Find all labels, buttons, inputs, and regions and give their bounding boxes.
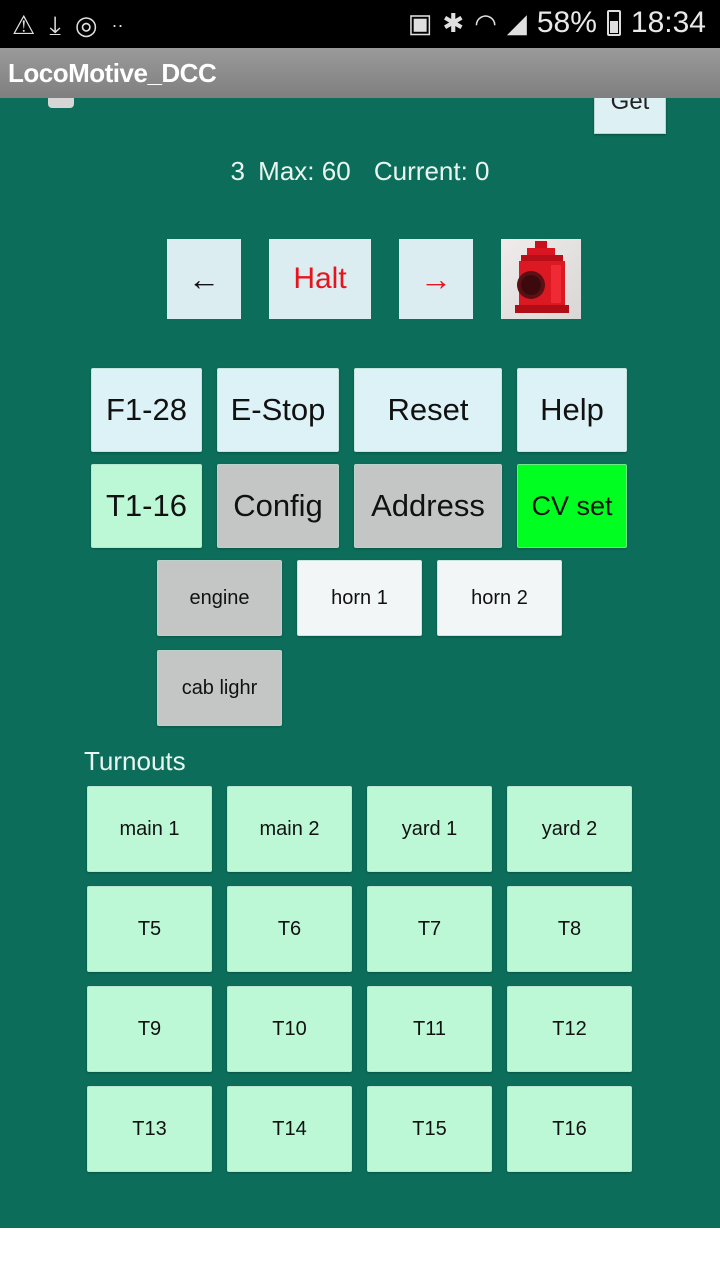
turnout-t16[interactable]: T16 (507, 1086, 632, 1172)
main-content: Get 3 Max: 60 Current: 0 ← Halt → F1-28 … (0, 98, 720, 1228)
status-bar: ⚠ ⤓ ◎ ·· ▣ ✱ ◠ ◢ 58% 18:34 (0, 0, 720, 48)
t1-16-button[interactable]: T1-16 (91, 464, 202, 548)
function-engine-button[interactable]: engine (157, 560, 282, 636)
download-icon: ⤓ (49, 10, 61, 40)
bluetooth-icon: ✱ (442, 8, 465, 38)
clock: 18:34 (630, 6, 706, 39)
cv-set-button[interactable]: CV set (517, 464, 627, 548)
reverse-button[interactable]: ← (167, 239, 241, 319)
turnout-t10[interactable]: T10 (227, 986, 352, 1072)
speed-slider-thumb[interactable] (48, 98, 74, 108)
signal-icon: ◢ (506, 8, 527, 38)
battery-icon (606, 10, 621, 36)
turnout-t15[interactable]: T15 (367, 1086, 492, 1172)
red-lantern-icon (515, 241, 569, 313)
app-title-bar: LocoMotive_DCC (0, 48, 720, 98)
warning-icon: ⚠ (12, 10, 36, 40)
max-speed-label: Max: 60 (258, 156, 351, 186)
turnout-t7[interactable]: T7 (367, 886, 492, 972)
reset-button[interactable]: Reset (354, 368, 502, 452)
turnout-t13[interactable]: T13 (87, 1086, 212, 1172)
battery-percent: 58% (536, 6, 597, 39)
wifi-icon: ◠ (474, 8, 497, 38)
turnout-t12[interactable]: T12 (507, 986, 632, 1072)
cast-icon: ▣ (407, 8, 433, 38)
lamp-button[interactable] (501, 239, 581, 319)
f1-28-button[interactable]: F1-28 (91, 368, 202, 452)
turnout-t11[interactable]: T11 (367, 986, 492, 1072)
turnouts-heading: Turnouts (84, 746, 186, 776)
turnout-yard-2[interactable]: yard 2 (507, 786, 632, 872)
turnout-main-2[interactable]: main 2 (227, 786, 352, 872)
get-button[interactable]: Get (594, 98, 666, 134)
turnout-t8[interactable]: T8 (507, 886, 632, 972)
turnout-main-1[interactable]: main 1 (87, 786, 212, 872)
config-button[interactable]: Config (217, 464, 339, 548)
sync-icon: ◎ (74, 10, 98, 40)
controls-row-1: F1-28 E-Stop Reset Help (0, 368, 720, 452)
current-speed-label: Current: 0 (373, 156, 490, 186)
turnout-t5[interactable]: T5 (87, 886, 212, 972)
speed-min-fragment: 3 (230, 156, 245, 186)
forward-button[interactable]: → (399, 239, 473, 319)
controls-row-2: T1-16 Config Address CV set (0, 464, 720, 548)
help-button[interactable]: Help (517, 368, 627, 452)
halt-button[interactable]: Halt (269, 239, 371, 319)
function-cab-light-button[interactable]: cab lighr (157, 650, 282, 726)
speed-info: 3 Max: 60 Current: 0 (0, 156, 720, 187)
more-dots-icon: ·· (111, 15, 124, 35)
turnout-t14[interactable]: T14 (227, 1086, 352, 1172)
app-title: LocoMotive_DCC (8, 58, 217, 88)
turnout-yard-1[interactable]: yard 1 (367, 786, 492, 872)
turnout-t6[interactable]: T6 (227, 886, 352, 972)
address-button[interactable]: Address (354, 464, 502, 548)
function-horn-1-button[interactable]: horn 1 (297, 560, 422, 636)
e-stop-button[interactable]: E-Stop (217, 368, 339, 452)
turnout-t9[interactable]: T9 (87, 986, 212, 1072)
function-horn-2-button[interactable]: horn 2 (437, 560, 562, 636)
